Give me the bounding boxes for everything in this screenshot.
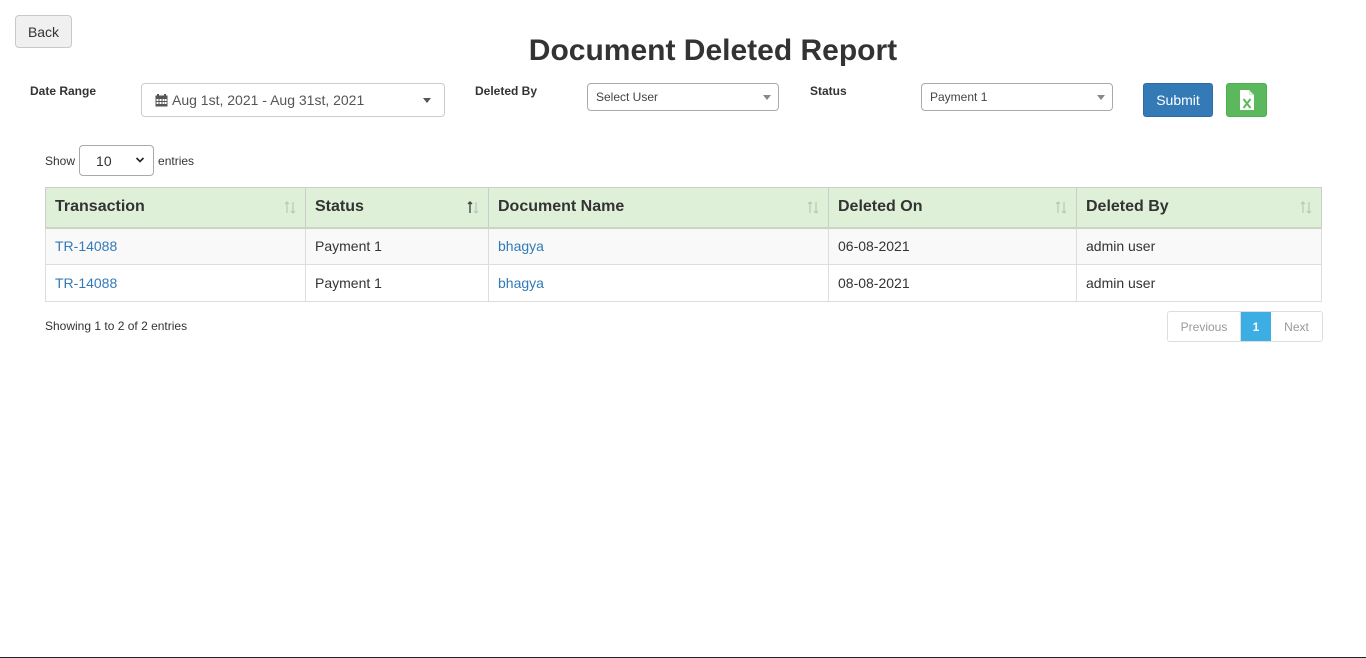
transaction-link[interactable]: TR-14088 [55,275,117,291]
document-name-cell: bhagya [488,264,829,302]
sort-icon [1055,201,1067,214]
document-name-cell: bhagya [488,227,829,265]
deleted-by-cell: admin user [1076,227,1322,265]
show-label: Show [45,153,76,168]
transaction-cell: TR-14088 [45,264,306,302]
column-header-deleted-on[interactable]: Deleted On [828,187,1077,229]
table-header-row: Transaction Status Document Name Deleted… [45,187,1322,229]
sort-icon [1300,201,1312,214]
report-table: Transaction Status Document Name Deleted… [45,187,1322,302]
pagination: Previous 1 Next [1167,311,1323,342]
sort-icon [807,201,819,214]
caret-down-icon [763,95,771,100]
next-page-button[interactable]: Next [1271,312,1322,341]
sort-icon [284,201,296,214]
deleted-by-select[interactable]: Select User [587,83,779,111]
column-header-label: Transaction [55,198,145,216]
column-header-label: Deleted By [1086,198,1169,216]
export-excel-button[interactable] [1226,83,1267,117]
deleted-on-cell: 08-08-2021 [828,264,1077,302]
date-range-value: Aug 1st, 2021 - Aug 31st, 2021 [172,92,365,108]
page-length-control: Show 10 entries [45,145,194,176]
status-value: Payment 1 [930,90,988,104]
transaction-link[interactable]: TR-14088 [55,238,117,254]
date-range-label: Date Range [30,84,97,98]
table-info: Showing 1 to 2 of 2 entries [45,319,188,333]
document-link[interactable]: bhagya [498,275,544,291]
column-header-deleted-by[interactable]: Deleted By [1076,187,1322,229]
transaction-cell: TR-14088 [45,227,306,265]
caret-down-icon [1097,95,1105,100]
column-header-label: Deleted On [838,198,923,216]
deleted-by-value: Select User [596,90,659,104]
page-length-select[interactable]: 10 [79,145,155,176]
chevron-down-icon [135,157,145,163]
caret-down-icon [423,98,431,103]
document-link[interactable]: bhagya [498,238,544,254]
table-row: TR-14088 Payment 1 bhagya 08-08-2021 adm… [45,264,1322,302]
entries-label: entries [158,153,195,168]
column-header-document-name[interactable]: Document Name [488,187,829,229]
status-label: Status [810,84,847,98]
page-length-value: 10 [96,152,112,169]
submit-button[interactable]: Submit [1143,83,1213,117]
status-cell: Payment 1 [305,227,489,265]
date-range-picker[interactable]: Aug 1st, 2021 - Aug 31st, 2021 [141,83,445,117]
status-select[interactable]: Payment 1 [921,83,1113,111]
status-cell: Payment 1 [305,264,489,302]
column-header-label: Document Name [498,198,625,216]
page-title: Document Deleted Report [528,34,898,67]
column-header-transaction[interactable]: Transaction [45,187,306,229]
calendar-icon [155,93,168,106]
sort-asc-icon [467,201,479,214]
previous-page-button[interactable]: Previous [1168,312,1241,341]
deleted-by-label: Deleted By [475,84,538,98]
deleted-by-cell: admin user [1076,264,1322,302]
page-button-1[interactable]: 1 [1241,312,1271,341]
excel-icon [1239,90,1254,110]
table-row: TR-14088 Payment 1 bhagya 06-08-2021 adm… [45,227,1322,265]
column-header-label: Status [315,198,364,216]
deleted-on-cell: 06-08-2021 [828,227,1077,265]
column-header-status[interactable]: Status [305,187,489,229]
